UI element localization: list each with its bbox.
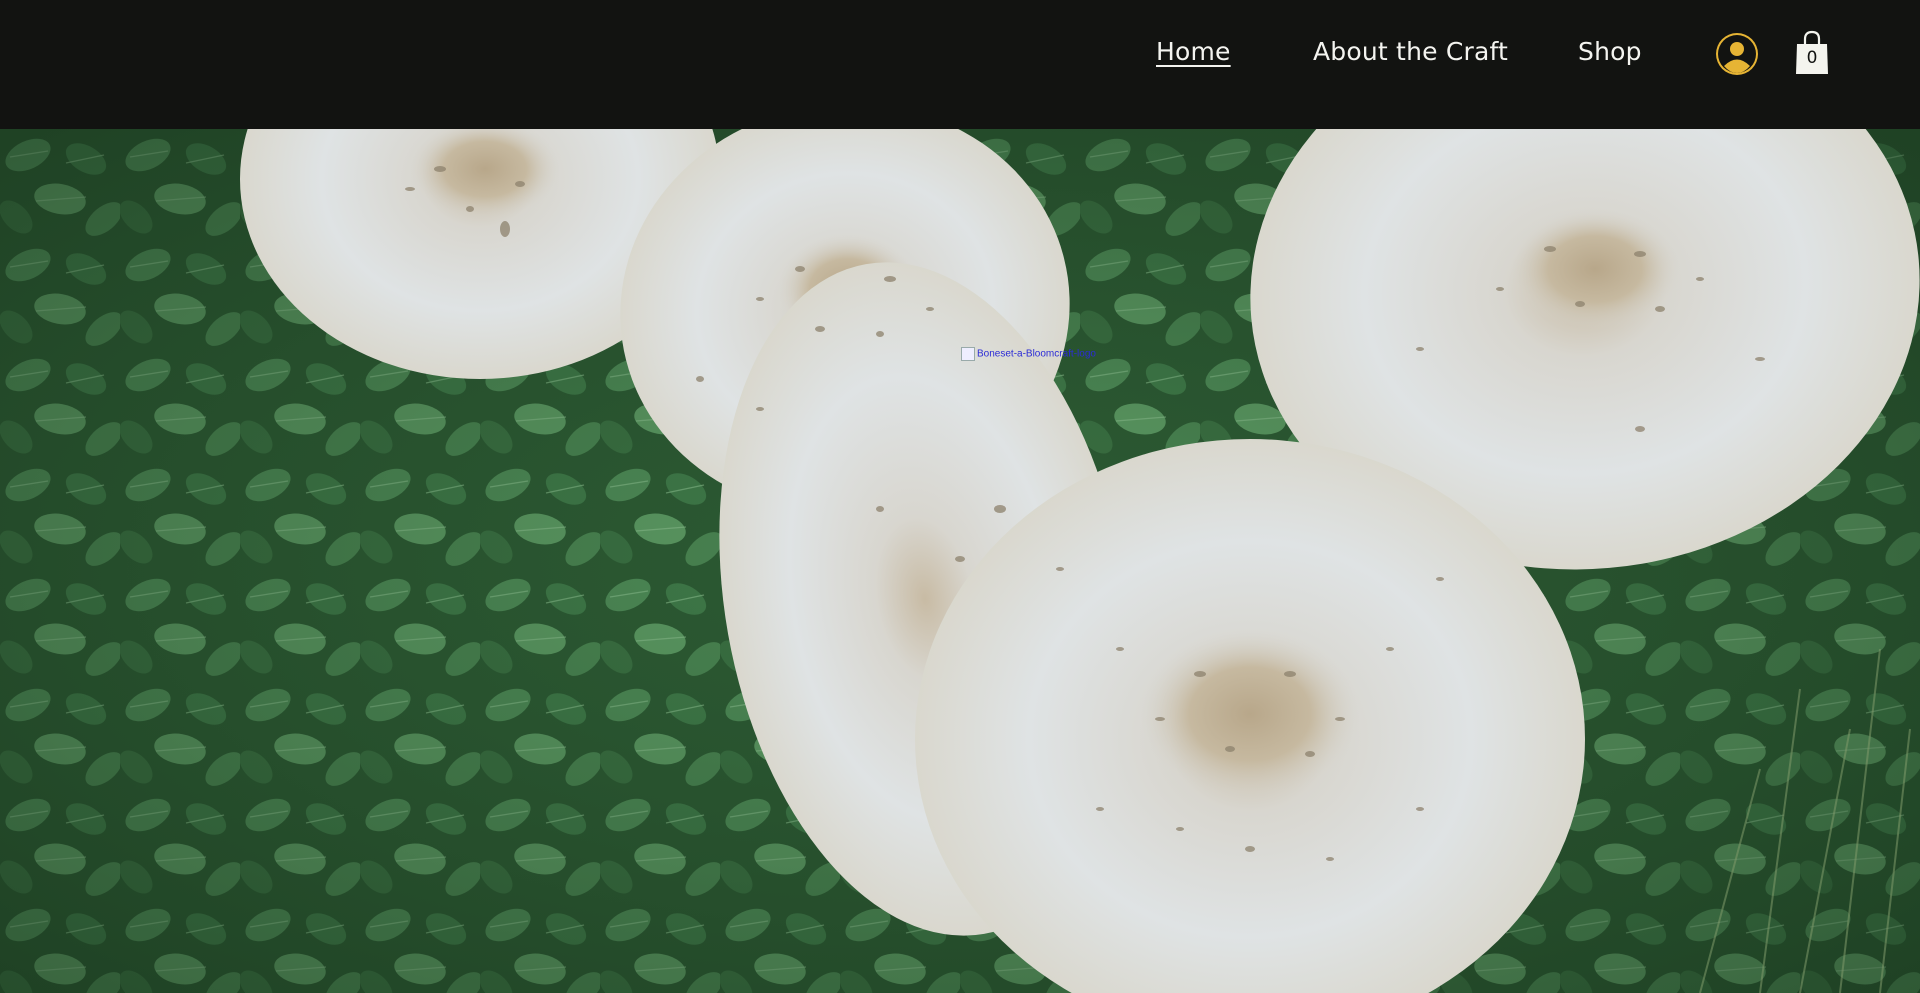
nav-home-link[interactable]: Home xyxy=(1156,37,1231,66)
nav-shop-link[interactable]: Shop xyxy=(1578,37,1642,66)
site-logo-broken-image[interactable]: Boneset-a-Bloomcraft-logo xyxy=(961,347,1096,361)
site-header: Home About the Craft Shop 0 xyxy=(0,0,1920,129)
user-avatar-icon xyxy=(1718,35,1756,73)
hero-background-image xyxy=(0,129,1920,993)
hero-section: Boneset-a-Bloomcraft-logo xyxy=(0,129,1920,993)
cart-count-badge: 0 xyxy=(1806,48,1818,68)
login-button[interactable] xyxy=(1716,33,1758,75)
nav-about-link[interactable]: About the Craft xyxy=(1313,37,1508,66)
cart-button[interactable]: 0 xyxy=(1794,30,1830,76)
